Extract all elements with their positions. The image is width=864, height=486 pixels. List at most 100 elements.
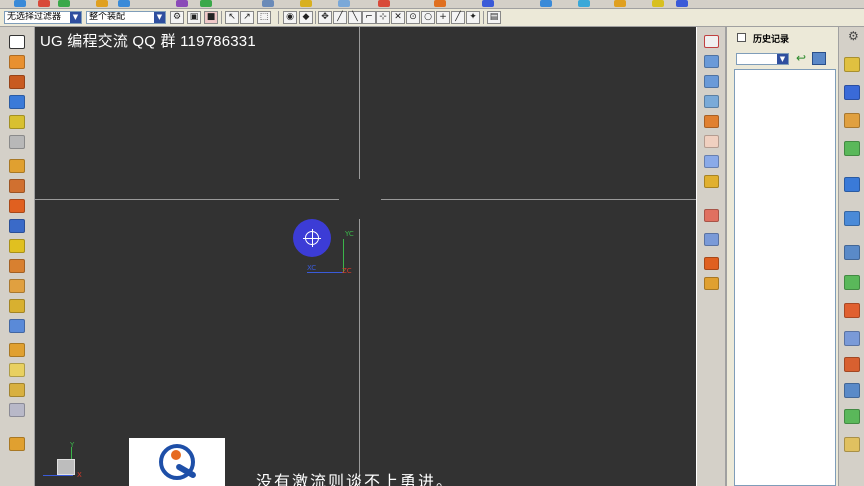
pole-snap-icon[interactable]: ✦: [466, 11, 480, 24]
toolbar-separator: [315, 11, 316, 24]
history-icon[interactable]: [844, 211, 860, 226]
manufacturing-wizard-icon[interactable]: [844, 331, 860, 346]
swept-icon[interactable]: [704, 95, 719, 108]
arc-center-snap-icon[interactable]: ⊙: [406, 11, 420, 24]
revolve-icon[interactable]: [9, 75, 25, 89]
endpoint-snap-icon[interactable]: ╱: [451, 11, 465, 24]
tool-icon[interactable]: [96, 0, 108, 7]
filter-settings-icon[interactable]: ⚙: [170, 11, 184, 24]
sew-icon[interactable]: [704, 115, 719, 128]
history-filter-dropdown[interactable]: ▼: [736, 53, 789, 65]
trimmed-sheet-icon[interactable]: [704, 135, 719, 148]
groove-icon[interactable]: [9, 259, 25, 273]
gear-icon[interactable]: ⚙: [848, 29, 859, 43]
tool-icon[interactable]: [300, 0, 312, 7]
line-snap-icon[interactable]: ╲: [348, 11, 362, 24]
tool-icon[interactable]: [652, 0, 664, 7]
shell-icon[interactable]: [9, 319, 25, 333]
tool-icon[interactable]: [262, 0, 274, 7]
tool-icon[interactable]: [14, 0, 26, 7]
midpoint-snap-icon[interactable]: ⊹: [376, 11, 390, 24]
trim-body-icon[interactable]: [9, 343, 25, 357]
selection-filter-dropdown[interactable]: 无选择过滤器 ▼: [4, 11, 82, 24]
snap-icon[interactable]: ↖: [225, 11, 239, 24]
rectangle-select-icon[interactable]: ⬚: [257, 11, 271, 24]
bridge-icon[interactable]: [704, 257, 719, 270]
palette-icon[interactable]: [844, 409, 860, 424]
tool-icon[interactable]: [578, 0, 590, 7]
tool-icon[interactable]: [176, 0, 188, 7]
sheet-icon[interactable]: [844, 437, 860, 452]
draft-icon[interactable]: [9, 383, 25, 397]
clipboard-icon[interactable]: ▤: [487, 11, 501, 24]
triad-x-label: X: [77, 471, 82, 479]
intersection-snap-icon[interactable]: ✕: [391, 11, 405, 24]
web-browser-icon[interactable]: [844, 177, 860, 192]
roles-icon[interactable]: [844, 357, 860, 372]
tool-icon[interactable]: [38, 0, 50, 7]
patch-icon[interactable]: [704, 155, 719, 168]
cone-icon[interactable]: [9, 135, 25, 149]
assembly-scope-dropdown[interactable]: 整个装配 ▼: [86, 11, 166, 24]
mesh-surface-icon[interactable]: [704, 75, 719, 88]
selection-color-icon[interactable]: ■: [204, 11, 218, 24]
clock-icon[interactable]: [844, 245, 860, 260]
tool-icon[interactable]: [378, 0, 390, 7]
undo-arrow-icon[interactable]: ↩: [794, 52, 808, 65]
pocket-icon[interactable]: [9, 199, 25, 213]
sketch-plane-icon[interactable]: [704, 35, 719, 48]
part-navigator-icon[interactable]: [844, 113, 860, 128]
tool-icon[interactable]: [118, 0, 130, 7]
selection-toolbar: 无选择过滤器 ▼ 整个装配 ▼ ⚙ ▣ ■ ↖ ↗ ⬚ ◉ ◆ ✥ ╱ ╲ ⌐ …: [0, 9, 864, 27]
process-studio-icon[interactable]: [844, 303, 860, 318]
tool-icon[interactable]: [614, 0, 626, 7]
reuse-library-icon[interactable]: [844, 141, 860, 156]
cylinder-icon[interactable]: [9, 115, 25, 129]
line-snap-icon[interactable]: ╱: [333, 11, 347, 24]
snap-icon[interactable]: ↗: [240, 11, 254, 24]
extrude-icon[interactable]: [9, 55, 25, 69]
tool-icon[interactable]: [434, 0, 446, 7]
history-panel: 历史记录 ▼ ↩: [726, 27, 838, 486]
constraint-navigator-icon[interactable]: [844, 85, 860, 100]
pattern-icon[interactable]: [9, 437, 25, 451]
assembly-navigator-icon[interactable]: [844, 57, 860, 72]
split-body-icon[interactable]: [9, 363, 25, 377]
slot-icon[interactable]: [9, 239, 25, 253]
triad-y-label: Y: [70, 441, 75, 449]
view-mode-icon[interactable]: [812, 52, 826, 65]
system-materials-icon[interactable]: [844, 275, 860, 290]
extension-icon[interactable]: [704, 233, 719, 246]
graphics-window[interactable]: UG 编程交流 QQ 群 119786331 YC XC ZC Y X 没有激流…: [35, 27, 696, 486]
quadrant-snap-icon[interactable]: ○: [421, 11, 435, 24]
law-extension-icon[interactable]: [704, 277, 719, 290]
view-icon[interactable]: ◉: [283, 11, 297, 24]
pad-icon[interactable]: [9, 219, 25, 233]
system-scenes-icon[interactable]: [844, 383, 860, 398]
tool-icon[interactable]: [482, 0, 494, 7]
yc-label: YC: [345, 230, 354, 238]
surface-icon[interactable]: [704, 55, 719, 68]
tool-icon[interactable]: [200, 0, 212, 7]
point-snap-icon[interactable]: ✥: [318, 11, 332, 24]
select-all-icon[interactable]: ▣: [187, 11, 201, 24]
block-icon[interactable]: [9, 95, 25, 109]
tool-icon[interactable]: [676, 0, 688, 7]
cube-view-icon[interactable]: ◆: [299, 11, 313, 24]
existing-point-snap-icon[interactable]: +: [436, 11, 450, 24]
thicken-icon[interactable]: [704, 175, 719, 188]
tool-icon[interactable]: [338, 0, 350, 7]
tool-icon[interactable]: [540, 0, 552, 7]
chamfer-icon[interactable]: [9, 299, 25, 313]
boss-icon[interactable]: [9, 179, 25, 193]
history-pin-checkbox[interactable]: [737, 33, 746, 42]
offset-face-icon[interactable]: [9, 403, 25, 417]
history-list[interactable]: [734, 69, 836, 486]
crosshair-vertical: [359, 27, 360, 486]
hole-icon[interactable]: [9, 159, 25, 173]
offset-surface-icon[interactable]: [704, 209, 719, 222]
edge-blend-icon[interactable]: [9, 279, 25, 293]
sketch-icon[interactable]: [9, 35, 25, 49]
curve-snap-icon[interactable]: ⌐: [362, 11, 376, 24]
tool-icon[interactable]: [58, 0, 70, 7]
